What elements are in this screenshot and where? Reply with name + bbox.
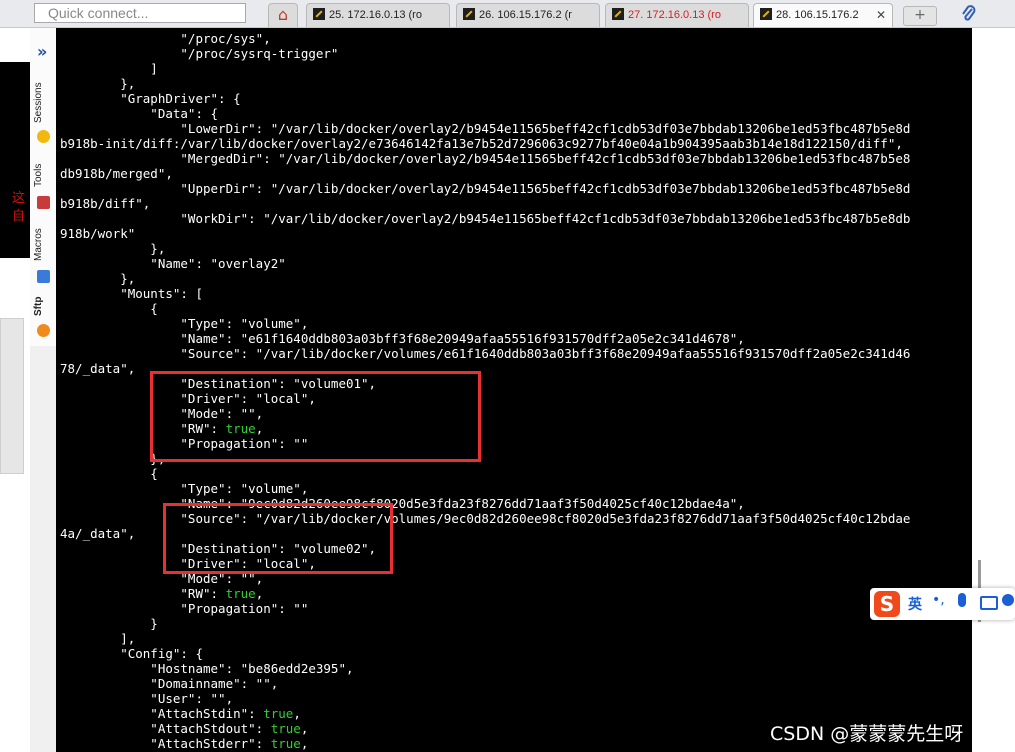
terminal-line: "AttachStdin": true, xyxy=(60,706,301,721)
tab-label: 25. 172.16.0.13 (ro xyxy=(329,9,422,21)
sftp-icon xyxy=(37,324,50,337)
close-tab-icon[interactable]: ✕ xyxy=(876,4,886,26)
session-icon xyxy=(760,8,772,20)
terminal-line: "/proc/sysrq-trigger" xyxy=(60,46,339,61)
session-icon xyxy=(612,8,624,20)
terminal-line: }, xyxy=(60,271,136,286)
wrench-icon xyxy=(37,196,50,209)
terminal-line: "User": "", xyxy=(60,691,234,706)
terminal-line: ], xyxy=(60,631,136,646)
session-icon xyxy=(313,8,325,20)
highlight-box xyxy=(163,503,393,574)
terminal-line: "Type": "volume", xyxy=(60,481,309,496)
terminal-line: "Hostname": "be86edd2e395", xyxy=(60,661,354,676)
terminal-line: { xyxy=(60,301,158,316)
terminal-line: "Source": "/var/lib/docker/volumes/e61f1… xyxy=(60,346,911,361)
ime-toolbar[interactable]: S 英 •, xyxy=(870,588,1015,620)
sidebar-item-tools[interactable]: Tools xyxy=(33,158,53,192)
side-panel: » Sessions Tools Macros Sftp xyxy=(30,28,57,346)
new-tab-button[interactable]: + xyxy=(903,6,937,26)
terminal-line: 918b/work" xyxy=(60,226,136,241)
session-icon xyxy=(463,8,475,20)
terminal-line: "Data": { xyxy=(60,106,219,121)
tab-label: 28. 106.15.176.2 xyxy=(776,9,859,21)
terminal-line: "Propagation": "" xyxy=(60,601,309,616)
keyboard-icon[interactable] xyxy=(980,596,998,610)
home-icon: ⌂ xyxy=(277,5,289,24)
terminal-line: ] xyxy=(60,61,158,76)
terminal-line: }, xyxy=(60,76,136,91)
background-red-text: 这 自 xyxy=(12,191,26,224)
session-tab[interactable]: 26. 106.15.176.2 (r xyxy=(456,3,600,27)
terminal-line: }, xyxy=(60,241,166,256)
right-margin xyxy=(972,28,1015,752)
background-window-dark xyxy=(0,62,30,258)
highlight-box xyxy=(150,371,481,462)
sidebar-item-sftp[interactable]: Sftp xyxy=(33,292,53,320)
terminal-line: "GraphDriver": { xyxy=(60,91,241,106)
ime-logo: S xyxy=(874,591,900,617)
paperclip-icon[interactable] xyxy=(962,4,976,29)
terminal-line: 4a/_data", xyxy=(60,526,136,541)
ime-language-toggle[interactable]: 英 xyxy=(908,594,922,614)
terminal-line: 78/_data", xyxy=(60,361,136,376)
terminal-line: "/proc/sys", xyxy=(60,31,271,46)
terminal-line: "AttachStdout": true, xyxy=(60,721,309,736)
tab-label: 27. 172.16.0.13 (ro xyxy=(628,9,721,21)
sidebar-item-sessions[interactable]: Sessions xyxy=(33,78,53,128)
ime-menu-icon[interactable] xyxy=(1002,594,1014,606)
terminal-line: "RW": true, xyxy=(60,586,264,601)
terminal-line: b918b-init/diff:/var/lib/docker/overlay2… xyxy=(60,136,903,151)
session-tab[interactable]: 27. 172.16.0.13 (ro xyxy=(605,3,749,27)
terminal-line: "Domainname": "", xyxy=(60,676,279,691)
background-panel xyxy=(0,318,24,474)
terminal-line: "AttachStderr": true, xyxy=(60,736,309,751)
expand-sidebar-icon[interactable]: » xyxy=(37,42,47,61)
tab-label: 26. 106.15.176.2 (r xyxy=(479,9,572,21)
terminal-line: "Type": "volume", xyxy=(60,316,309,331)
terminal-line: "Name": "overlay2" xyxy=(60,256,286,271)
session-tab-active[interactable]: 28. 106.15.176.2 ✕ xyxy=(753,3,893,27)
paper-plane-icon xyxy=(37,270,50,283)
terminal-line: "Mounts": [ xyxy=(60,286,203,301)
quick-connect-input[interactable]: Quick connect... xyxy=(34,3,246,23)
terminal-line: "WorkDir": "/var/lib/docker/overlay2/b94… xyxy=(60,211,911,226)
terminal-line: "MergedDir": "/var/lib/docker/overlay2/b… xyxy=(60,151,911,166)
terminal-line: "Name": "e61f1640ddb803a03bff3f68e20949a… xyxy=(60,331,745,346)
watermark: CSDN @蒙蒙蒙先生呀 xyxy=(770,723,964,745)
terminal-line: } xyxy=(60,616,158,631)
ime-punctuation[interactable]: •, xyxy=(932,592,945,608)
microphone-icon[interactable] xyxy=(958,593,966,607)
terminal-line: "UpperDir": "/var/lib/docker/overlay2/b9… xyxy=(60,181,911,196)
terminal-line: "LowerDir": "/var/lib/docker/overlay2/b9… xyxy=(60,121,911,136)
star-icon xyxy=(37,130,50,143)
sidebar-item-macros[interactable]: Macros xyxy=(33,224,53,266)
home-tab[interactable]: ⌂ xyxy=(268,3,298,27)
terminal-line: b918b/diff", xyxy=(60,196,151,211)
terminal-line: "Config": { xyxy=(60,646,203,661)
session-tab[interactable]: 25. 172.16.0.13 (ro xyxy=(306,3,450,27)
terminal-line: db918b/merged", xyxy=(60,166,173,181)
terminal-line: { xyxy=(60,466,158,481)
top-bar: Quick connect... ⌂ 25. 172.16.0.13 (ro 2… xyxy=(0,0,1015,28)
